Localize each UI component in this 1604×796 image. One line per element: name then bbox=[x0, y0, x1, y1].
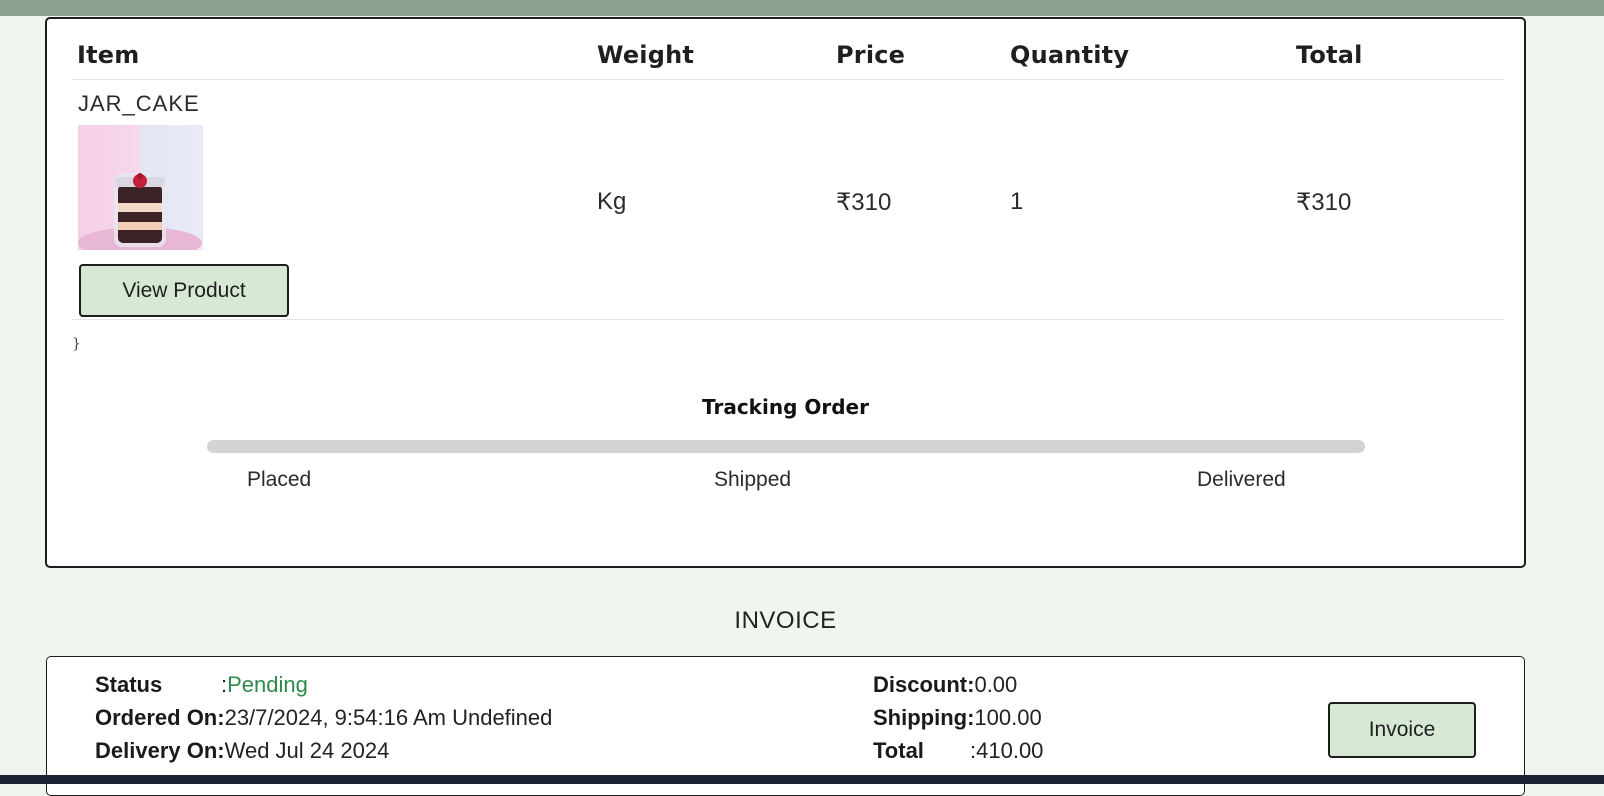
invoice-heading: INVOICE bbox=[734, 607, 837, 634]
shipping-line: Shipping:100.00 bbox=[873, 705, 1042, 731]
discount-line: Discount:0.00 bbox=[873, 672, 1017, 698]
ordered-on-line: Ordered On:23/7/2024, 9:54:16 Am Undefin… bbox=[95, 705, 552, 731]
status-label: Status bbox=[95, 672, 163, 697]
jar-cake-image bbox=[78, 125, 203, 250]
invoice-button[interactable]: Invoice bbox=[1328, 702, 1476, 758]
status-line: Status:Pending bbox=[95, 672, 308, 698]
total-amount: 410.00 bbox=[976, 738, 1044, 763]
stray-brace-text: } bbox=[72, 336, 81, 352]
status-badge: Pending bbox=[227, 672, 308, 697]
column-header-weight: Weight bbox=[597, 41, 695, 69]
step-delivered: Delivered bbox=[1197, 468, 1286, 491]
discount-value: 0.00 bbox=[974, 672, 1018, 697]
taskbar-edge bbox=[0, 775, 1604, 784]
column-header-total: Total bbox=[1296, 41, 1363, 69]
total-line: Total:410.00 bbox=[873, 738, 1043, 764]
column-header-price: Price bbox=[836, 41, 906, 69]
column-header-item: Item bbox=[77, 41, 140, 69]
step-shipped: Shipped bbox=[714, 468, 792, 491]
tracking-title: Tracking Order bbox=[702, 395, 869, 419]
delivery-on-value: Wed Jul 24 2024 bbox=[224, 738, 390, 763]
quantity-value: 1 bbox=[1010, 188, 1024, 215]
discount-label: Discount: bbox=[873, 672, 975, 697]
ordered-on-label: Ordered On: bbox=[95, 705, 225, 730]
order-items-card: Item Weight Price Quantity Total JAR_CAK… bbox=[45, 17, 1526, 568]
weight-value: Kg bbox=[597, 188, 627, 215]
jar-cake-illustration bbox=[78, 173, 202, 250]
ordered-on-value: 23/7/2024, 9:54:16 Am Undefined bbox=[224, 705, 553, 730]
shipping-label: Shipping: bbox=[873, 705, 975, 730]
total-label: Total bbox=[873, 738, 924, 763]
view-product-button[interactable]: View Product bbox=[79, 264, 289, 317]
delivery-on-line: Delivery On:Wed Jul 24 2024 bbox=[95, 738, 389, 764]
price-value: ₹310 bbox=[836, 189, 892, 216]
header-divider bbox=[72, 79, 1504, 80]
product-name: JAR_CAKE bbox=[78, 91, 200, 116]
step-placed: Placed bbox=[247, 468, 312, 491]
row-divider bbox=[72, 319, 1504, 320]
shipping-value: 100.00 bbox=[974, 705, 1042, 730]
tracking-progress-bar bbox=[207, 440, 1365, 453]
column-header-quantity: Quantity bbox=[1010, 41, 1130, 69]
total-value: ₹310 bbox=[1296, 189, 1352, 216]
delivery-on-label: Delivery On: bbox=[95, 738, 225, 763]
top-bar bbox=[0, 0, 1604, 16]
